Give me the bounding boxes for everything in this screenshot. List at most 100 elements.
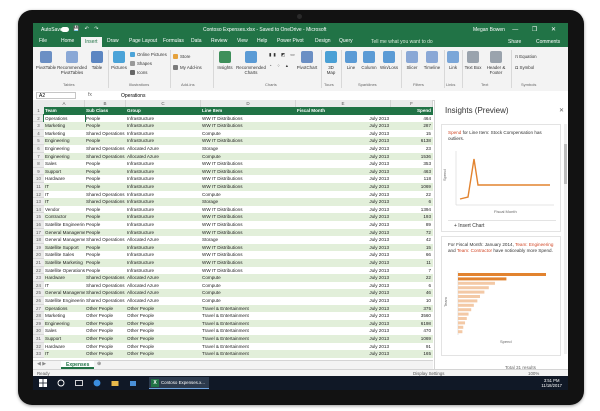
table-cell[interactable]: WW IT Distributions xyxy=(201,115,296,123)
table-cell[interactable]: 6138 xyxy=(391,137,433,145)
table-cell[interactable]: WW IT Distributions xyxy=(201,160,296,168)
table-cell[interactable]: People xyxy=(85,183,126,191)
table-cell[interactable]: July 2013 xyxy=(296,320,391,328)
table-cell[interactable]: Shared Operations xyxy=(85,130,126,138)
table-cell[interactable]: 165 xyxy=(391,350,433,358)
table-cell[interactable]: Travel & Entertainment xyxy=(201,335,296,343)
table-cell[interactable]: 1069 xyxy=(391,183,433,191)
table-cell[interactable]: WW IT Distributions xyxy=(201,251,296,259)
my-addins-button[interactable]: My Add-ins xyxy=(173,65,202,71)
table-cell[interactable]: Other People xyxy=(126,343,201,351)
header-footer-button[interactable]: Header & Footer xyxy=(484,51,508,75)
table-cell[interactable]: Shared Operations xyxy=(85,236,126,244)
table-cell[interactable]: Infrastructure xyxy=(126,137,201,145)
row-header[interactable]: 1 xyxy=(33,107,44,115)
table-cell[interactable]: Other People xyxy=(126,312,201,320)
table-cell[interactable]: WW IT Distributions xyxy=(201,259,296,267)
pivotchart-button[interactable]: PivotChart xyxy=(295,51,319,70)
window-controls[interactable]: — ❐ ✕ xyxy=(512,26,562,33)
table-cell[interactable]: Travel & Entertainment xyxy=(201,343,296,351)
row-header[interactable]: 31 xyxy=(33,335,44,343)
row-header[interactable]: 32 xyxy=(33,342,44,351)
share-button[interactable]: Share xyxy=(508,39,521,45)
table-cell[interactable]: Satellite Engineering xyxy=(44,297,85,305)
table-cell[interactable]: July 2013 xyxy=(296,221,391,229)
table-cell[interactable]: 89 xyxy=(391,221,433,229)
row-header[interactable]: 17 xyxy=(33,228,44,237)
table-cell[interactable]: Infrastructure xyxy=(126,251,201,259)
table-cell[interactable]: WW IT Distributions xyxy=(201,267,296,275)
table-cell[interactable]: Shared Operations xyxy=(85,289,126,297)
link-button[interactable]: Link xyxy=(446,51,460,70)
table-cell[interactable]: July 2013 xyxy=(296,115,391,123)
table-cell[interactable]: July 2013 xyxy=(296,259,391,267)
table-cell[interactable]: Travel & Entertainment xyxy=(201,320,296,328)
table-cell[interactable]: 6 xyxy=(391,282,433,290)
table-cell[interactable]: Other People xyxy=(85,327,126,335)
table-cell[interactable]: 46 xyxy=(391,289,433,297)
store-app-icon[interactable] xyxy=(129,379,137,387)
table-cell[interactable]: Infrastructure xyxy=(126,175,201,183)
pivottable-button[interactable]: PivotTable xyxy=(35,51,57,70)
row-header[interactable]: 29 xyxy=(33,319,44,328)
row-header[interactable]: 9 xyxy=(33,167,44,176)
table-cell[interactable]: Other People xyxy=(126,350,201,358)
table-cell[interactable]: IT xyxy=(44,198,85,206)
row-header[interactable]: 33 xyxy=(33,350,44,358)
table-cell[interactable]: People xyxy=(85,221,126,229)
task-view-icon[interactable] xyxy=(75,379,83,387)
table-cell[interactable]: 10 xyxy=(391,297,433,305)
table-cell[interactable]: July 2013 xyxy=(296,130,391,138)
table-header-cell[interactable]: Fiscal Month xyxy=(296,107,391,115)
table-cell[interactable]: Shared Operations xyxy=(85,145,126,153)
system-clock[interactable]: 3:51 PM 11/18/2017 xyxy=(541,378,562,388)
table-cell[interactable]: July 2013 xyxy=(296,229,391,237)
table-cell[interactable]: 7 xyxy=(391,267,433,275)
row-header[interactable]: 14 xyxy=(33,205,44,214)
table-cell[interactable]: Infrastructure xyxy=(126,130,201,138)
table-cell[interactable]: Hardware xyxy=(44,343,85,351)
table-cell[interactable]: Allocated Azure xyxy=(126,153,201,161)
table-header-cell[interactable]: Line Item xyxy=(201,107,296,115)
table-cell[interactable]: Shared Operations xyxy=(85,282,126,290)
table-cell[interactable]: Contractor xyxy=(44,213,85,221)
table-cell[interactable]: Marketing xyxy=(44,130,85,138)
quick-access-toolbar[interactable]: 💾 ↶ ↷ xyxy=(73,26,100,32)
table-cell[interactable]: 72 xyxy=(391,229,433,237)
table-cell[interactable]: July 2013 xyxy=(296,137,391,145)
table-cell[interactable]: Compute xyxy=(201,282,296,290)
table-cell[interactable]: Compute xyxy=(201,153,296,161)
table-cell[interactable]: Compute xyxy=(201,191,296,199)
table-cell[interactable]: People xyxy=(85,213,126,221)
table-cell[interactable]: Sales xyxy=(44,160,85,168)
column-header[interactable]: D xyxy=(201,100,296,107)
table-cell[interactable]: WW IT Distributions xyxy=(201,221,296,229)
table-cell[interactable]: Other People xyxy=(85,335,126,343)
table-cell[interactable]: IT xyxy=(44,282,85,290)
table-header-cell[interactable]: Group xyxy=(126,107,201,115)
table-cell[interactable]: Other People xyxy=(126,327,201,335)
insert-chart-button[interactable]: + Insert Chart xyxy=(448,220,556,230)
table-cell[interactable]: Sales xyxy=(44,327,85,335)
table-cell[interactable]: 193 xyxy=(391,213,433,221)
insight-card-outliers[interactable]: Spend for Line Item: Stock Compensation … xyxy=(441,124,561,232)
row-header[interactable]: 15 xyxy=(33,213,44,221)
symbol-button[interactable]: Ω Symbol xyxy=(515,65,534,70)
table-cell[interactable]: Satellite Operations xyxy=(44,267,85,275)
table-cell[interactable]: July 2013 xyxy=(296,350,391,358)
table-cell[interactable]: General Management xyxy=(44,236,85,244)
table-cell[interactable]: 66 xyxy=(391,251,433,259)
row-header[interactable]: 25 xyxy=(33,289,44,297)
table-cell[interactable]: Satellite Sales xyxy=(44,251,85,259)
row-header[interactable]: 18 xyxy=(33,236,44,244)
table-cell[interactable]: 1069 xyxy=(391,335,433,343)
table-cell[interactable]: Hardware xyxy=(44,274,85,282)
table-cell[interactable]: Compute xyxy=(201,130,296,138)
table-cell[interactable]: People xyxy=(85,137,126,145)
table-cell[interactable]: July 2013 xyxy=(296,312,391,320)
table-cell[interactable]: Other People xyxy=(85,350,126,358)
table-cell[interactable]: Operations xyxy=(44,305,85,313)
table-cell[interactable]: July 2013 xyxy=(296,297,391,305)
table-cell[interactable]: July 2013 xyxy=(296,343,391,351)
tab-design[interactable]: Design xyxy=(315,38,331,44)
